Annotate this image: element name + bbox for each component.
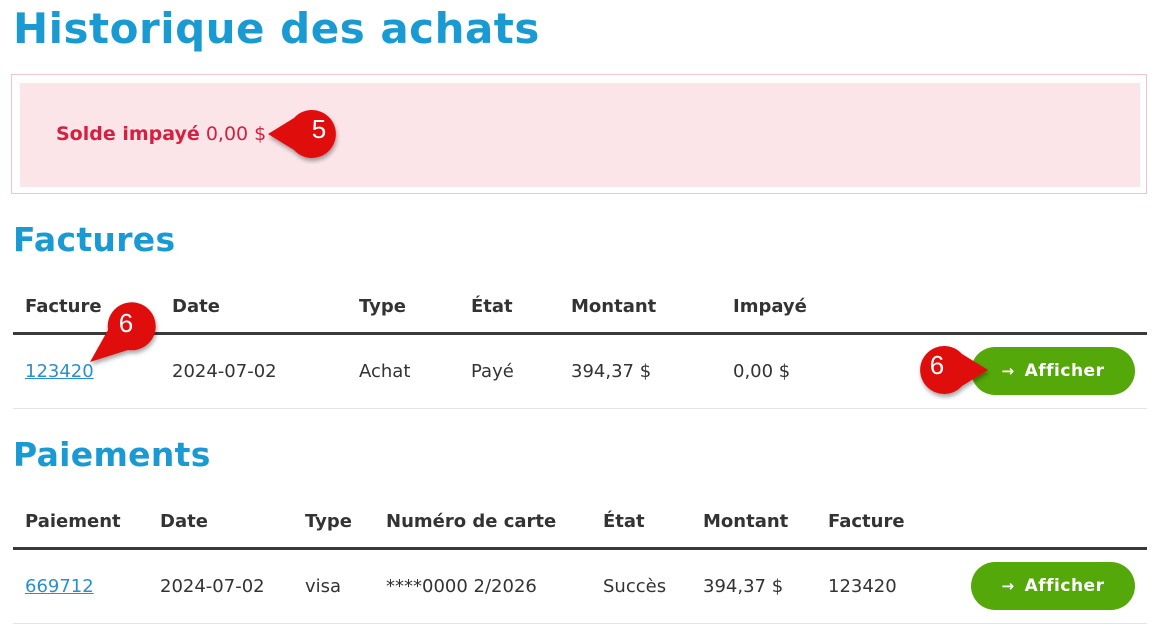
arrow-right-icon: → [1001, 362, 1015, 380]
unpaid-balance-text: Solde impayé 0,00 $ [56, 123, 266, 145]
payment-invoice: 123420 [828, 576, 897, 597]
page-title: Historique des achats [13, 4, 540, 53]
payment-amount: 394,37 $ [703, 576, 784, 597]
alert-body: Solde impayé 0,00 $ [20, 83, 1140, 187]
payment-status: Succès [603, 576, 667, 597]
view-payment-button[interactable]: → Afficher [971, 562, 1135, 610]
table-row: 669712 2024-07-02 visa ****0000 2/2026 S… [13, 550, 1147, 624]
col-type: Type [359, 296, 406, 317]
payment-card-number: ****0000 2/2026 [386, 576, 537, 597]
view-payment-label: Afficher [1024, 576, 1105, 596]
arrow-right-icon: → [1001, 577, 1015, 595]
col-date: Date [160, 511, 208, 532]
col-card-number: Numéro de carte [386, 511, 557, 532]
invoice-type: Achat [359, 361, 411, 382]
col-type: Type [305, 511, 352, 532]
view-invoice-button[interactable]: → Afficher [971, 347, 1135, 395]
invoice-status: Payé [471, 361, 514, 382]
col-montant: Montant [571, 296, 657, 317]
payments-header: Paiement Date Type Numéro de carte État … [13, 507, 1147, 550]
callout-5-number: 5 [311, 114, 327, 144]
col-etat: État [603, 511, 645, 532]
col-montant: Montant [703, 511, 789, 532]
callout-6-link-number: 6 [118, 308, 134, 338]
payments-title: Paiements [13, 435, 211, 474]
invoices-header: Facture Date Type État Montant Impayé [13, 292, 1147, 335]
col-facture: Facture [828, 511, 905, 532]
unpaid-balance-label: Solde impayé [56, 123, 200, 145]
payment-number-link[interactable]: 669712 [25, 576, 94, 597]
invoices-title: Factures [13, 220, 176, 259]
purchase-history-page: Historique des achats Solde impayé 0,00 … [0, 0, 1160, 634]
payment-date: 2024-07-02 [160, 576, 265, 597]
invoice-date: 2024-07-02 [172, 361, 277, 382]
callout-6-button-number: 6 [929, 350, 945, 380]
col-date: Date [172, 296, 220, 317]
invoice-amount: 394,37 $ [571, 361, 652, 382]
unpaid-balance-alert: Solde impayé 0,00 $ [11, 74, 1147, 194]
col-paiement: Paiement [25, 511, 121, 532]
view-invoice-label: Afficher [1024, 361, 1105, 381]
invoice-unpaid: 0,00 $ [733, 361, 791, 382]
payment-type: visa [305, 576, 342, 597]
col-etat: État [471, 296, 513, 317]
col-impaye: Impayé [733, 296, 807, 317]
unpaid-balance-value: 0,00 $ [205, 123, 267, 145]
